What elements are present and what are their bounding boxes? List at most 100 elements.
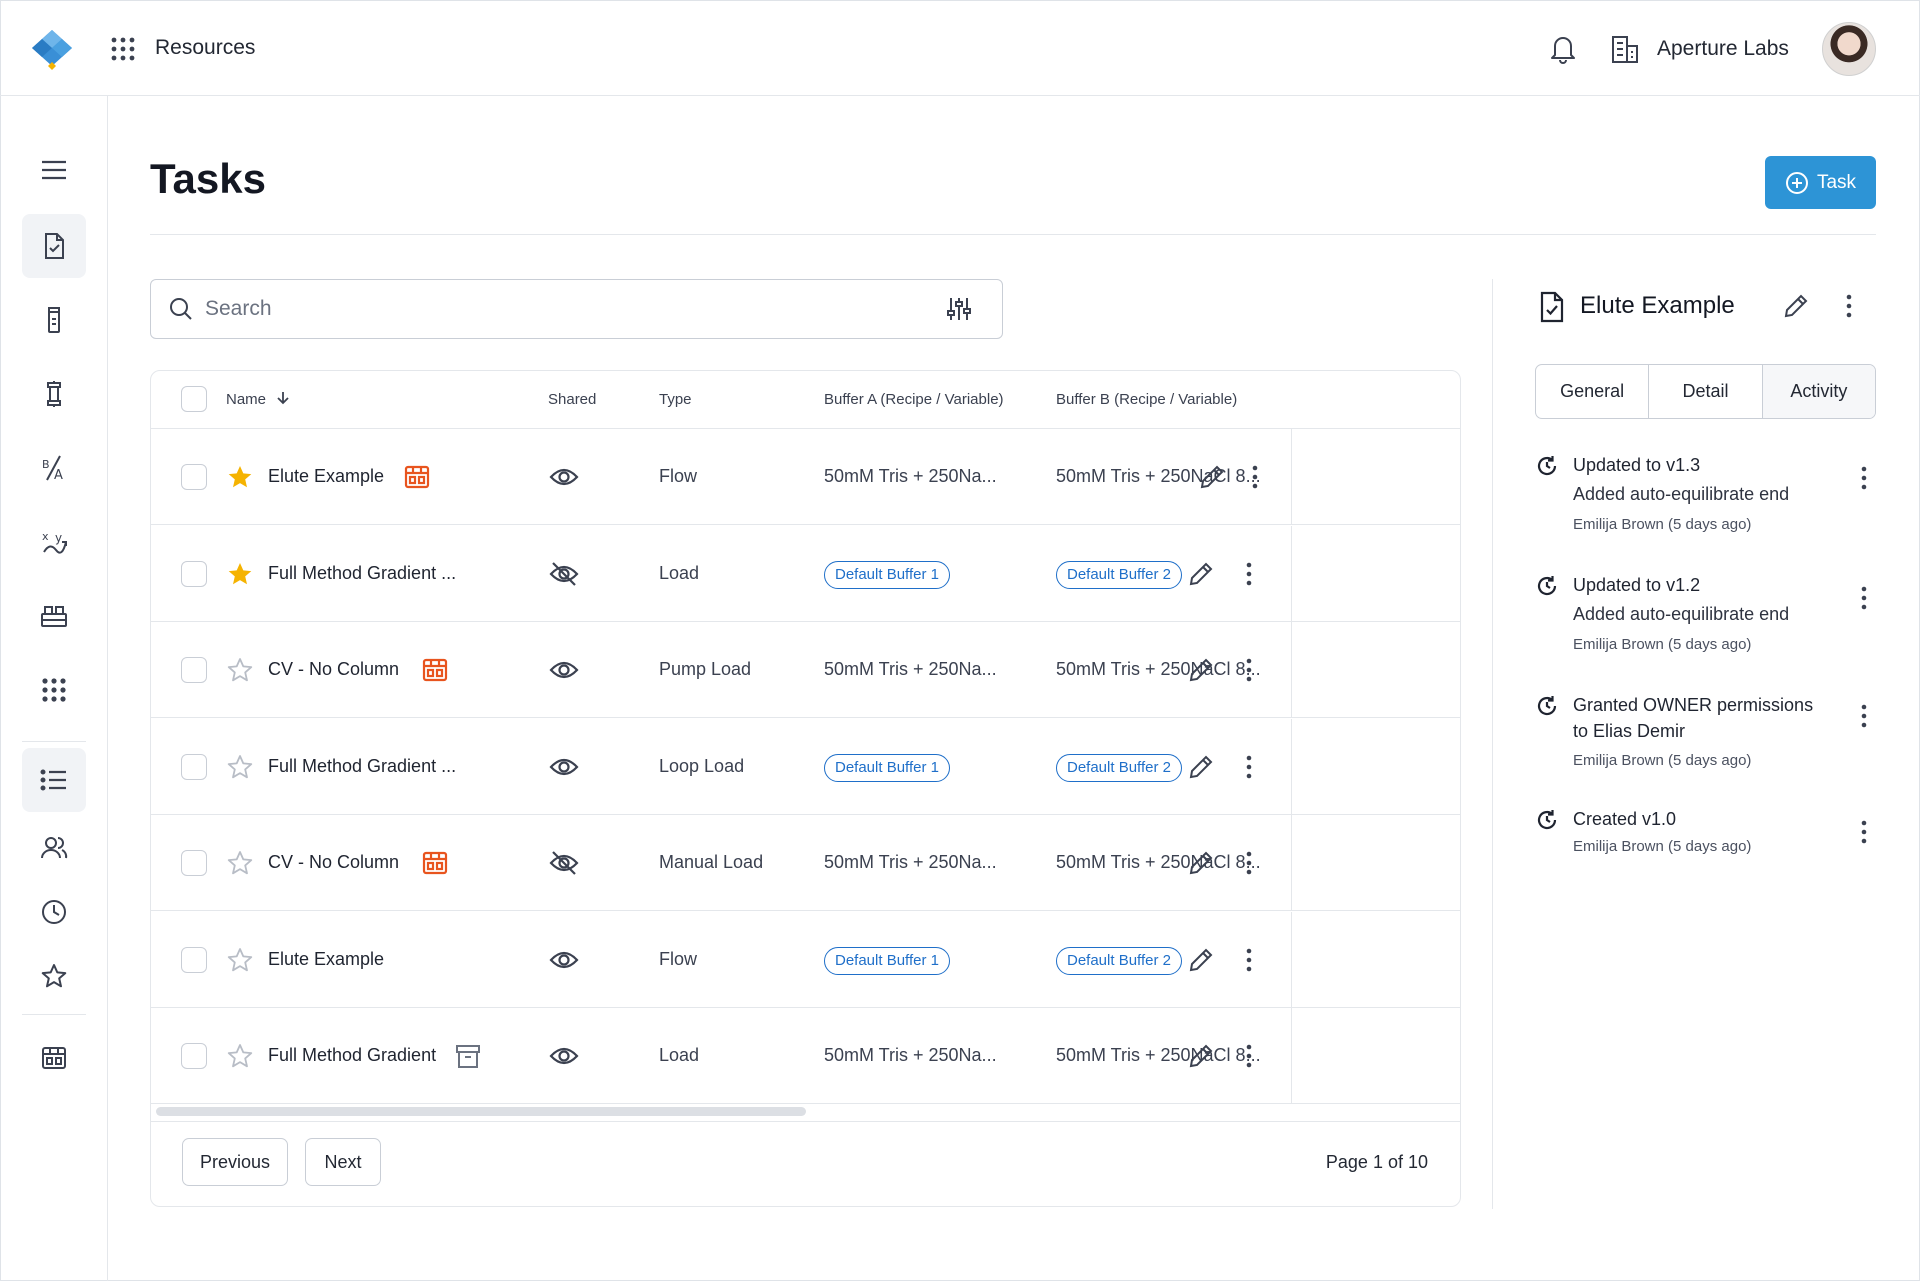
more-vertical-icon[interactable] [1242,849,1256,877]
row-checkbox[interactable] [181,1043,207,1069]
pencil-icon[interactable] [1187,656,1215,684]
menu-icon[interactable] [22,138,86,202]
row-checkbox[interactable] [181,946,207,973]
task-name[interactable]: CV - No Column [268,852,399,873]
more-vertical-icon[interactable] [1242,560,1256,588]
row-checkbox[interactable] [181,560,207,587]
tab-activity[interactable]: Activity [1762,365,1875,418]
eye-icon[interactable] [549,657,579,683]
column-header-buffer-b[interactable]: Buffer B (Recipe / Variable) [1056,391,1237,408]
table-row[interactable]: Full Method Gradient ... Load Default Buff… [151,525,1460,622]
more-vertical-icon[interactable] [1857,702,1871,730]
sidebar-item-buffers[interactable]: BA [22,436,86,500]
sidebar-item-store[interactable] [22,1026,86,1090]
buffer-a-chip[interactable]: Default Buffer 1 [824,946,950,975]
avatar[interactable] [1822,22,1876,76]
task-type: Pump Load [659,659,752,679]
more-vertical-icon[interactable] [1242,946,1256,974]
task-name[interactable]: Elute Example [268,949,384,970]
pencil-icon[interactable] [1187,560,1215,588]
store-icon [422,851,448,875]
star-outline-icon[interactable] [226,849,254,877]
star-outline-icon[interactable] [226,946,254,974]
add-task-button[interactable]: Task [1765,156,1876,209]
activity-title: Granted OWNER permissions to Elias Demir [1573,695,1814,741]
more-vertical-icon[interactable] [1857,818,1871,846]
column-header-buffer-a[interactable]: Buffer A (Recipe / Variable) [824,391,1004,408]
column-header-shared[interactable]: Shared [548,391,596,408]
pencil-icon[interactable] [1187,849,1215,877]
sidebar-item-tasks[interactable] [22,214,86,278]
table-row[interactable]: Elute Example Flow 50mM Tris + 250Na... 50m… [151,429,1460,525]
row-checkbox[interactable] [181,753,207,780]
logo-icon[interactable] [30,28,74,72]
sidebar-item-equipment[interactable] [22,584,86,648]
tab-detail[interactable]: Detail [1649,365,1763,418]
pencil-icon[interactable] [1782,292,1810,320]
star-outline-icon[interactable] [226,656,254,684]
select-all-checkbox[interactable] [181,386,207,412]
table-row[interactable]: CV - No Column Pump Load 50mM Tris + 250Na… [151,622,1460,718]
buffer-b-chip[interactable]: Default Buffer 2 [1056,753,1182,782]
task-name[interactable]: Full Method Gradient [268,1045,436,1066]
task-name[interactable]: Full Method Gradient ... [268,756,456,777]
buffer-a-chip[interactable]: Default Buffer 1 [824,753,950,782]
table-row[interactable]: Elute Example Flow Default Buffer 1 Default… [151,911,1460,1008]
bell-icon[interactable] [1548,32,1578,64]
filter-sliders-icon[interactable] [946,296,972,322]
activity-description: Added auto-equilibrate end [1573,604,1790,624]
table-row[interactable]: Full Method Gradient Load 50mM Tris + 250N… [151,1008,1460,1104]
sidebar-item-users[interactable] [22,816,86,880]
row-checkbox[interactable] [181,657,207,683]
column-header-name[interactable]: Name [226,391,290,408]
more-vertical-icon[interactable] [1242,1042,1256,1070]
row-checkbox[interactable] [181,464,207,490]
buffer-b-chip[interactable]: Default Buffer 2 [1056,946,1182,975]
star-filled-icon[interactable] [226,463,254,491]
apps-grid-icon[interactable] [110,36,136,62]
more-vertical-icon[interactable] [1842,292,1856,320]
section-label[interactable]: Resources [155,36,255,60]
table-row[interactable]: Full Method Gradient ... Loop Load Default… [151,718,1460,815]
eye-icon[interactable] [549,464,579,490]
sidebar-item-apps[interactable] [22,658,86,722]
eye-icon[interactable] [549,1043,579,1069]
next-button[interactable]: Next [305,1138,381,1186]
more-vertical-icon[interactable] [1857,464,1871,492]
page-info: Page 1 of 10 [1325,1152,1428,1172]
pencil-icon[interactable] [1187,946,1215,974]
org-name[interactable]: Aperture Labs [1657,37,1789,61]
previous-button[interactable]: Previous [182,1138,288,1186]
table-row[interactable]: CV - No Column Manual Load 50mM Tris + 250… [151,815,1460,911]
more-vertical-icon[interactable] [1242,753,1256,781]
sidebar-item-favorites[interactable] [22,944,86,1008]
eye-icon[interactable] [549,754,579,780]
buffer-a-chip[interactable]: Default Buffer 1 [824,560,950,589]
search-input[interactable] [205,297,905,321]
sidebar-item-history[interactable] [22,880,86,944]
sidebar-item-vials[interactable] [22,288,86,352]
horizontal-scrollbar[interactable] [156,1107,806,1116]
tab-general[interactable]: General [1536,365,1650,418]
pencil-icon[interactable] [1187,753,1215,781]
task-name[interactable]: CV - No Column [268,659,399,680]
star-outline-icon[interactable] [226,753,254,781]
buffer-b-chip[interactable]: Default Buffer 2 [1056,560,1182,589]
eye-off-icon[interactable] [549,561,579,587]
pencil-icon[interactable] [1187,1042,1215,1070]
star-outline-icon[interactable] [226,1042,254,1070]
row-checkbox[interactable] [181,850,207,876]
sidebar-item-list[interactable] [22,748,86,812]
star-filled-icon[interactable] [226,560,254,588]
sidebar-item-variables[interactable]: xy [22,510,86,574]
task-name[interactable]: Elute Example [268,466,384,487]
more-vertical-icon[interactable] [1248,463,1262,491]
more-vertical-icon[interactable] [1857,584,1871,612]
eye-icon[interactable] [549,947,579,973]
task-name[interactable]: Full Method Gradient ... [268,563,456,584]
more-vertical-icon[interactable] [1242,656,1256,684]
eye-off-icon[interactable] [549,850,579,876]
column-header-type[interactable]: Type [659,391,692,408]
sidebar-item-columns[interactable] [22,362,86,426]
pencil-icon[interactable] [1198,463,1226,491]
